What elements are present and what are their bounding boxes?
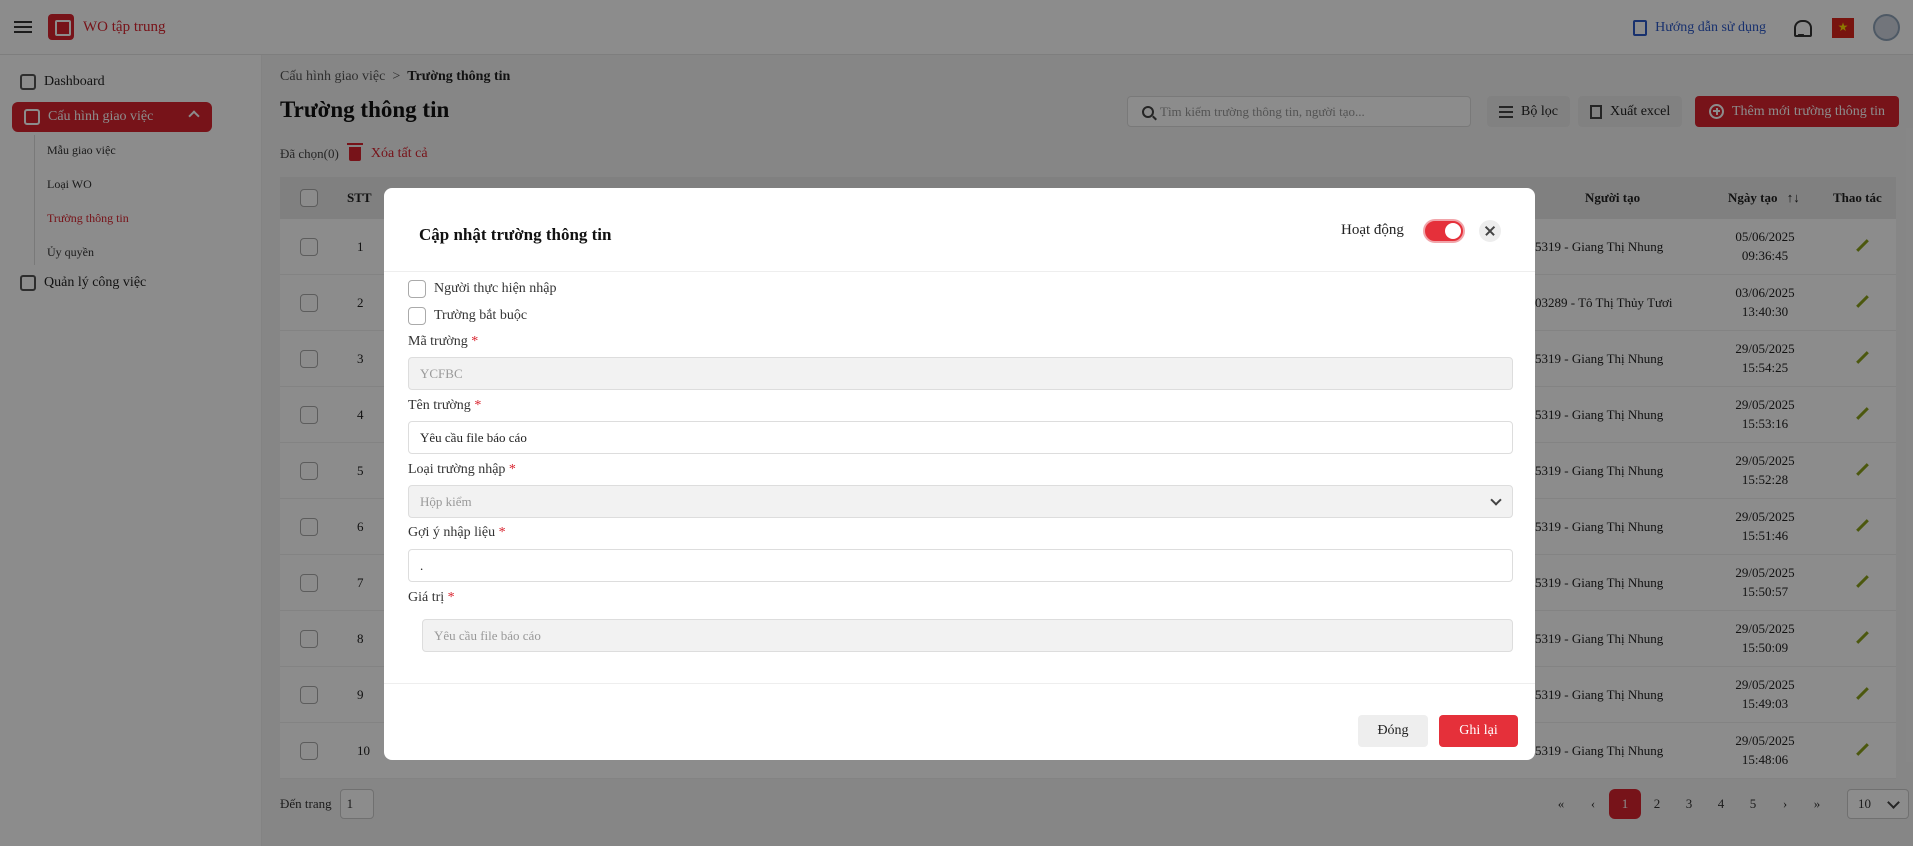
field-name-label-text: Tên trường [408,398,471,413]
update-field-modal: Cập nhật trường thông tin Hoạt động Ngườ… [384,188,1535,760]
modal-footer-divider [384,683,1535,684]
executor-input-label: Người thực hiện nhập [434,281,557,296]
value-label: Giá trị * [408,590,455,606]
active-label: Hoạt động [1341,222,1404,238]
required-field-label: Trường bắt buộc [434,308,528,323]
hint-label: Gợi ý nhập liệu * [408,525,506,541]
save-button[interactable]: Ghi lại [1439,715,1518,747]
field-name-input[interactable]: Yêu cầu file báo cáo [408,421,1513,454]
required-mark: * [471,334,479,349]
required-field-checkbox[interactable] [408,307,426,325]
active-toggle[interactable] [1423,219,1465,243]
required-field-checkbox-row[interactable]: Trường bắt buộc [408,307,527,325]
hint-input[interactable]: . [408,549,1513,582]
modal-divider [384,271,1535,272]
input-type-value: Hộp kiểm [420,494,472,509]
value-label-text: Giá trị [408,590,445,605]
required-mark: * [508,462,516,477]
field-code-input: YCFBC [408,357,1513,390]
executor-input-checkbox-row[interactable]: Người thực hiện nhập [408,280,557,298]
field-name-label: Tên trường * [408,398,481,414]
chevron-down-icon [1490,494,1502,506]
input-type-select[interactable]: Hộp kiểm [408,485,1513,518]
close-button[interactable]: Đóng [1358,715,1428,747]
modal-title: Cập nhật trường thông tin [419,225,612,244]
hint-label-text: Gợi ý nhập liệu [408,525,496,540]
input-type-label: Loại trường nhập * [408,462,516,478]
field-code-label-text: Mã trường [408,334,468,349]
required-mark: * [498,525,506,540]
required-mark: * [447,590,455,605]
close-icon[interactable] [1479,220,1501,242]
executor-input-checkbox[interactable] [408,280,426,298]
value-input: Yêu cầu file báo cáo [422,619,1513,652]
required-mark: * [474,398,482,413]
field-code-label: Mã trường * [408,334,478,350]
input-type-label-text: Loại trường nhập [408,462,506,477]
